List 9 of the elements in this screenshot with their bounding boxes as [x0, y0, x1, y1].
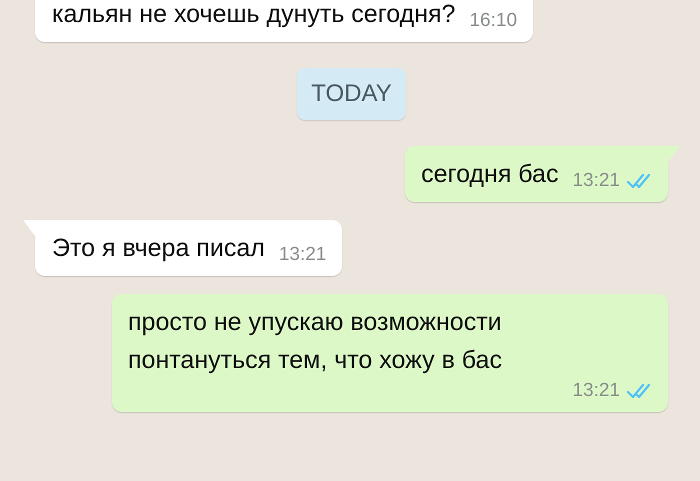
- message-text: сегодня бас: [421, 159, 558, 190]
- date-badge: TODAY: [297, 68, 406, 120]
- message-time: 13:21: [572, 169, 620, 193]
- message-time: 13:21: [572, 379, 620, 403]
- message-text: Это я вчера писал: [52, 233, 265, 264]
- message-text: просто не упускаю возможности понтануться тем, что хожу в бас: [128, 307, 503, 376]
- message-time: 13:21: [278, 243, 326, 267]
- message-time: 16:10: [469, 9, 518, 33]
- message-text: кальян не хочешь дунуть сегодня?: [52, 0, 456, 30]
